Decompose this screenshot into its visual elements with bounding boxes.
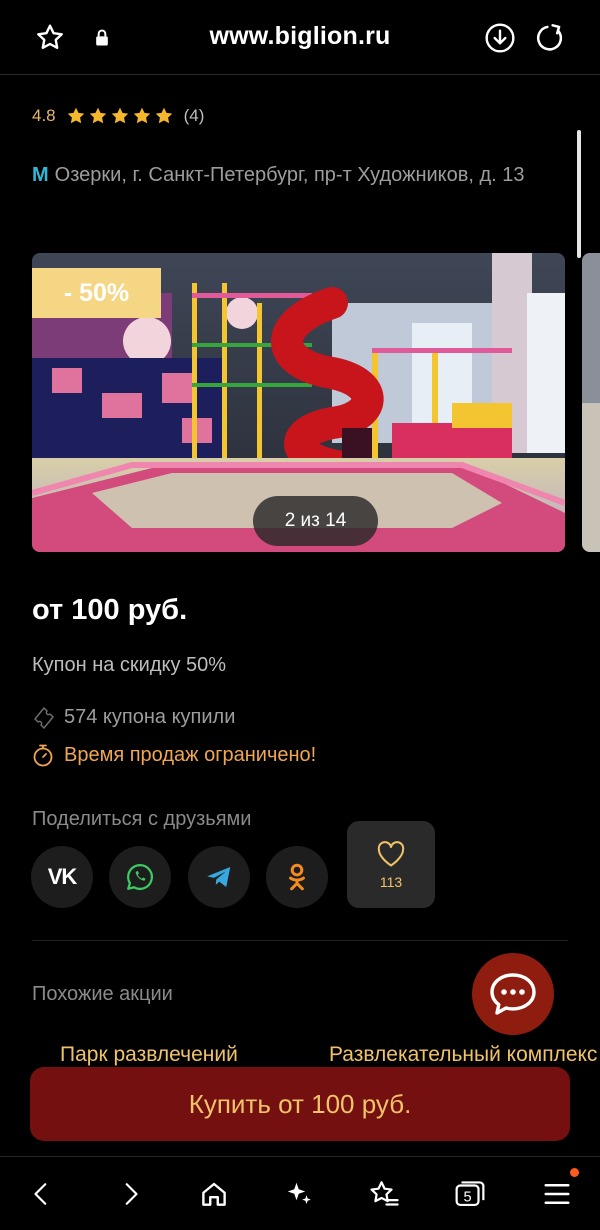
- whatsapp-share-button[interactable]: [109, 846, 171, 908]
- ticket-icon: [34, 707, 54, 729]
- vk-icon: VK: [47, 864, 78, 889]
- similar-card-title[interactable]: Парк развлечений: [60, 1043, 238, 1067]
- divider: [32, 940, 568, 941]
- rating-count: (4): [183, 106, 205, 125]
- tabs-icon[interactable]: 5: [450, 1175, 490, 1213]
- menu-icon[interactable]: [537, 1175, 577, 1213]
- vk-share-button[interactable]: VK: [31, 846, 93, 908]
- stopwatch-icon: [33, 744, 53, 767]
- gallery-counter: 2 из 14: [253, 496, 378, 546]
- home-icon[interactable]: [194, 1175, 234, 1213]
- buy-button[interactable]: Купить от 100 руб.: [30, 1067, 570, 1141]
- refresh-icon[interactable]: [532, 20, 568, 56]
- chat-bubble-icon: [490, 973, 536, 1015]
- star-icon: [89, 107, 106, 124]
- sparkle-icon[interactable]: [279, 1175, 319, 1213]
- back-icon[interactable]: [22, 1175, 62, 1213]
- scrollbar[interactable]: [577, 130, 581, 258]
- star-icon: [67, 107, 84, 124]
- odnoklassniki-share-button[interactable]: [266, 846, 328, 908]
- browser-top-bar: www.biglion.ru: [0, 0, 600, 75]
- telegram-share-button[interactable]: [188, 846, 250, 908]
- forward-icon[interactable]: [110, 1175, 150, 1213]
- tabs-count: 5: [464, 1189, 472, 1205]
- bookmarks-icon[interactable]: [364, 1175, 404, 1213]
- sale-time-limited: Время продаж ограничено!: [32, 743, 316, 767]
- gallery-next-photo[interactable]: [582, 253, 600, 552]
- next-photo-image: [582, 253, 600, 552]
- download-icon[interactable]: [482, 20, 518, 56]
- star-icon: [133, 107, 150, 124]
- star-icon: [111, 107, 128, 124]
- star-icon: [155, 107, 172, 124]
- price: от 100 руб.: [32, 594, 188, 626]
- coupons-bought-text: 574 купона купили: [64, 705, 236, 728]
- chat-button[interactable]: [472, 953, 554, 1035]
- lock-icon: [84, 20, 120, 56]
- similar-card-title[interactable]: Развлекательный комплекс: [329, 1043, 597, 1067]
- address: M Озерки, г. Санкт-Петербург, пр-т Художн…: [32, 160, 572, 190]
- like-button[interactable]: 113: [347, 821, 435, 908]
- telegram-icon: [207, 867, 231, 887]
- sale-time-limited-text: Время продаж ограничено!: [64, 743, 317, 766]
- whatsapp-icon: [127, 864, 153, 890]
- bookmark-star-icon[interactable]: [32, 20, 68, 56]
- odnoklassniki-icon: [289, 863, 305, 891]
- rating-score: 4.8: [32, 106, 56, 125]
- share-title: Поделиться с друзьями: [32, 808, 252, 830]
- offer-subtitle: Купон на скидку 50%: [32, 654, 227, 676]
- rating: 4.8 (4): [32, 106, 204, 126]
- coupons-bought: 574 купона купили: [32, 705, 235, 729]
- address-text: Озерки, г. Санкт-Петербург, пр-т Художни…: [54, 164, 525, 186]
- metro-icon: M: [32, 164, 49, 186]
- notification-dot: [570, 1168, 579, 1177]
- heart-icon: [377, 840, 405, 866]
- address-bar-url[interactable]: www.biglion.ru: [150, 22, 450, 51]
- browser-bottom-bar: 5: [0, 1156, 600, 1230]
- discount-badge: - 50%: [32, 268, 161, 318]
- like-count: 113: [379, 873, 403, 890]
- rating-stars: [66, 106, 174, 126]
- similar-offers-title: Похожие акции: [32, 983, 173, 1005]
